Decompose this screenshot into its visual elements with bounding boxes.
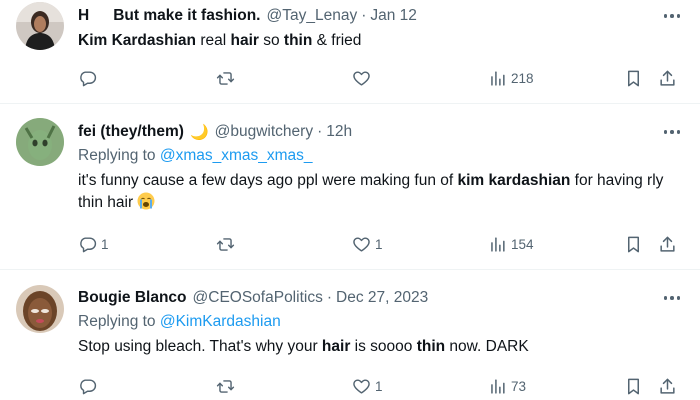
separator-dot: · bbox=[361, 7, 367, 24]
timestamp[interactable]: Dec 27, 2023 bbox=[336, 289, 428, 307]
tweet-actions: 1 73 bbox=[78, 374, 684, 398]
text-bold: hair bbox=[230, 32, 259, 49]
text-bold: Kim Kardashian bbox=[78, 32, 197, 49]
bookmark-icon bbox=[627, 70, 640, 86]
retweet-icon bbox=[216, 379, 235, 393]
reply-icon bbox=[80, 236, 97, 252]
views-button[interactable]: 73 bbox=[488, 374, 526, 398]
tweet-feed: H But make it fashion. @Tay_Lenay · Jan … bbox=[0, 0, 700, 400]
timestamp[interactable]: 12h bbox=[326, 123, 352, 141]
replying-to: Replying to @KimKardashian bbox=[78, 312, 684, 332]
share-icon bbox=[660, 70, 675, 86]
text-plain: is soooo bbox=[350, 338, 417, 355]
bookmark-button[interactable] bbox=[624, 232, 643, 256]
views-count: 218 bbox=[511, 70, 534, 86]
bookmark-icon bbox=[627, 236, 640, 252]
reply-button[interactable] bbox=[78, 374, 101, 398]
moon-emoji: 🌙 bbox=[189, 124, 209, 141]
user-handle[interactable]: @CEOSofaPolitics bbox=[193, 289, 323, 307]
replying-label: Replying to bbox=[78, 147, 160, 164]
avatar[interactable] bbox=[16, 2, 64, 50]
views-chart-icon bbox=[491, 70, 505, 86]
reply-icon bbox=[80, 378, 97, 394]
replying-label: Replying to bbox=[78, 313, 160, 330]
replying-mention-link[interactable]: @KimKardashian bbox=[160, 313, 281, 330]
views-count: 73 bbox=[511, 378, 527, 394]
text-plain: real bbox=[196, 32, 231, 49]
heart-icon bbox=[353, 236, 370, 252]
text-bold: kim kardashian bbox=[457, 172, 571, 189]
bookmark-button[interactable] bbox=[624, 66, 643, 90]
text-bold: thin bbox=[283, 32, 313, 49]
avatar[interactable] bbox=[16, 285, 64, 333]
views-button[interactable]: 218 bbox=[488, 66, 534, 90]
avatar[interactable] bbox=[16, 118, 64, 166]
tweet-text: Kim Kardashian real hair so thin & fried bbox=[78, 30, 676, 52]
replying-to: Replying to @xmas_xmas_xmas_ bbox=[78, 146, 684, 166]
text-bold: hair bbox=[321, 338, 351, 355]
like-count: 1 bbox=[375, 236, 383, 252]
retweet-icon bbox=[216, 71, 235, 85]
tweet-text: it's funny cause a few days ago ppl were… bbox=[78, 170, 676, 214]
user-handle[interactable]: @Tay_Lenay bbox=[266, 7, 357, 25]
tweet-actions: 218 bbox=[78, 66, 684, 90]
more-options-icon[interactable] bbox=[660, 288, 684, 308]
bookmark-button[interactable] bbox=[624, 374, 643, 398]
reply-button[interactable]: 1 bbox=[78, 232, 109, 256]
display-name[interactable]: H bbox=[78, 7, 89, 25]
share-button[interactable] bbox=[658, 232, 677, 256]
retweet-icon bbox=[216, 237, 235, 251]
timestamp[interactable]: Jan 12 bbox=[370, 7, 417, 25]
like-button[interactable]: 1 bbox=[352, 374, 383, 398]
share-button[interactable] bbox=[658, 66, 677, 90]
more-options-icon[interactable] bbox=[660, 6, 684, 26]
heart-icon bbox=[353, 378, 370, 394]
views-count: 154 bbox=[511, 236, 534, 252]
tweet[interactable]: Bougie Blanco @CEOSofaPolitics · Dec 27,… bbox=[0, 269, 700, 400]
display-name[interactable]: Bougie Blanco bbox=[78, 289, 187, 307]
retweet-button[interactable] bbox=[216, 232, 239, 256]
text-plain: & fried bbox=[312, 32, 362, 49]
tweet-header: fei (they/them) 🌙 @bugwitchery · 12h bbox=[78, 122, 684, 142]
display-name[interactable]: fei (they/them) bbox=[78, 123, 184, 141]
text-plain: so bbox=[258, 32, 284, 49]
views-chart-icon bbox=[491, 378, 505, 394]
separator-dot: · bbox=[326, 289, 332, 306]
replying-mention-link[interactable]: @xmas_xmas_xmas_ bbox=[160, 147, 313, 164]
like-count: 1 bbox=[375, 378, 383, 394]
tweet[interactable]: fei (they/them) 🌙 @bugwitchery · 12h Rep… bbox=[0, 103, 700, 269]
bookmark-icon bbox=[627, 378, 640, 394]
display-name-suffix[interactable]: But make it fashion. bbox=[113, 7, 260, 25]
reply-count: 1 bbox=[101, 236, 109, 252]
like-button[interactable]: 1 bbox=[352, 232, 383, 256]
tweet-text: Stop using bleach. That's why your hair … bbox=[78, 336, 676, 358]
text-plain: it's funny cause a few days ago ppl were… bbox=[78, 172, 458, 189]
share-icon bbox=[660, 378, 675, 394]
heart-icon bbox=[353, 70, 370, 86]
user-handle[interactable]: @bugwitchery bbox=[215, 123, 313, 141]
tweet-header: H But make it fashion. @Tay_Lenay · Jan … bbox=[78, 6, 684, 26]
tweet-actions: 1 1 154 bbox=[78, 232, 684, 256]
views-chart-icon bbox=[491, 236, 505, 252]
text-plain: Stop using bleach. That's why your bbox=[78, 338, 322, 355]
separator-dot: · bbox=[317, 123, 323, 140]
reply-icon bbox=[80, 70, 97, 86]
share-icon bbox=[660, 236, 675, 252]
loudly-crying-face-emoji bbox=[137, 192, 155, 210]
text-plain: now. DARK bbox=[445, 338, 529, 355]
views-button[interactable]: 154 bbox=[488, 232, 534, 256]
more-options-icon[interactable] bbox=[660, 122, 684, 142]
share-button[interactable] bbox=[658, 374, 677, 398]
reply-button[interactable] bbox=[78, 66, 101, 90]
tweet[interactable]: H But make it fashion. @Tay_Lenay · Jan … bbox=[0, 0, 700, 103]
retweet-button[interactable] bbox=[216, 66, 239, 90]
text-bold: thin bbox=[416, 338, 446, 355]
retweet-button[interactable] bbox=[216, 374, 239, 398]
like-button[interactable] bbox=[352, 66, 375, 90]
tweet-header: Bougie Blanco @CEOSofaPolitics · Dec 27,… bbox=[78, 288, 684, 308]
